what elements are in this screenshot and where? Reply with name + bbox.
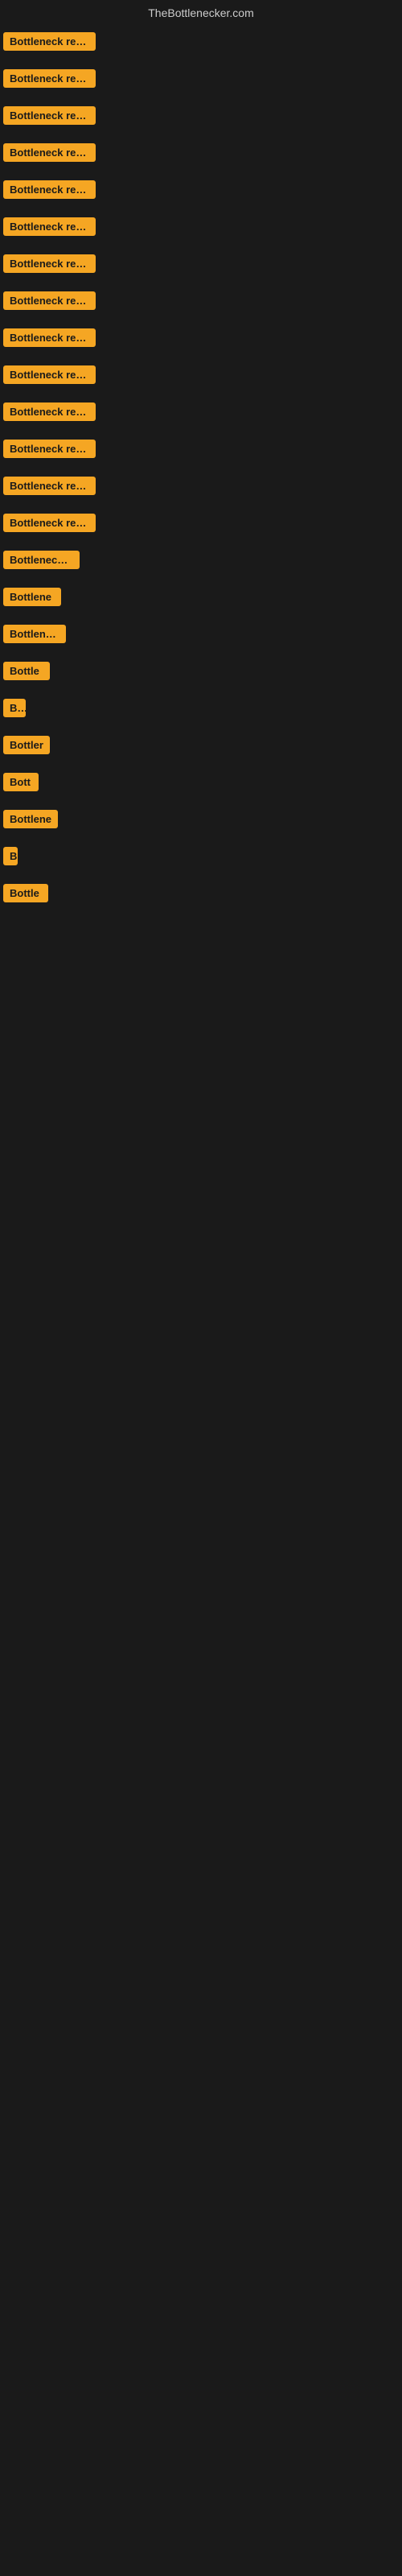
- result-row: Bo: [0, 692, 402, 728]
- result-row: Bottle: [0, 655, 402, 691]
- bottleneck-badge[interactable]: Bottleneck result: [3, 32, 96, 51]
- result-row: Bott: [0, 766, 402, 802]
- bottleneck-badge[interactable]: Bottleneck re: [3, 551, 80, 569]
- badges-container: Bottleneck result Bottleneck result Bottle…: [0, 26, 402, 913]
- result-row: Bottleneck result: [0, 433, 402, 469]
- bottleneck-badge[interactable]: Bottler: [3, 736, 50, 754]
- result-row: Bottleneck result: [0, 137, 402, 172]
- bottleneck-badge[interactable]: Bottleneck result: [3, 106, 96, 125]
- result-row: Bottleneck result: [0, 285, 402, 320]
- result-row: Bottleneck result: [0, 63, 402, 98]
- result-row: Bottleneck result: [0, 248, 402, 283]
- result-row: Bottleneck result: [0, 396, 402, 431]
- bottleneck-badge[interactable]: Bottlene: [3, 588, 61, 606]
- result-row: Bottleneck result: [0, 322, 402, 357]
- result-row: B: [0, 840, 402, 876]
- bottleneck-badge[interactable]: Bottleneck result: [3, 143, 96, 162]
- result-row: Bottleneck result: [0, 174, 402, 209]
- bottleneck-badge[interactable]: Bottleneck result: [3, 328, 96, 347]
- bottleneck-badge[interactable]: Bottleneck result: [3, 402, 96, 421]
- bottleneck-badge[interactable]: Bottleneck result: [3, 365, 96, 384]
- bottleneck-badge[interactable]: Bottle: [3, 662, 50, 680]
- result-row: Bottlene: [0, 581, 402, 617]
- result-row: Bottleneck: [0, 618, 402, 654]
- result-row: Bottle: [0, 877, 402, 913]
- result-row: Bottleneck result: [0, 26, 402, 61]
- result-row: Bottleneck result: [0, 100, 402, 135]
- result-row: Bottleneck re: [0, 544, 402, 580]
- bottleneck-badge[interactable]: Bo: [3, 699, 26, 717]
- bottleneck-badge[interactable]: Bottleneck: [3, 625, 66, 643]
- bottleneck-badge[interactable]: Bottleneck result: [3, 217, 96, 236]
- bottleneck-badge[interactable]: Bottleneck result: [3, 69, 96, 88]
- bottleneck-badge[interactable]: Bottleneck result: [3, 514, 96, 532]
- bottleneck-badge[interactable]: Bottle: [3, 884, 48, 902]
- bottleneck-badge[interactable]: Bottlene: [3, 810, 58, 828]
- bottleneck-badge[interactable]: Bottleneck result: [3, 291, 96, 310]
- site-title: TheBottlenecker.com: [148, 6, 254, 19]
- result-row: Bottleneck result: [0, 470, 402, 506]
- bottleneck-badge[interactable]: Bottleneck result: [3, 254, 96, 273]
- bottleneck-badge[interactable]: Bottleneck result: [3, 180, 96, 199]
- result-row: Bottleneck result: [0, 507, 402, 543]
- bottleneck-badge[interactable]: B: [3, 847, 18, 865]
- result-row: Bottlene: [0, 803, 402, 839]
- result-row: Bottler: [0, 729, 402, 765]
- bottleneck-badge[interactable]: Bott: [3, 773, 39, 791]
- result-row: Bottleneck result: [0, 211, 402, 246]
- bottleneck-badge[interactable]: Bottleneck result: [3, 477, 96, 495]
- bottleneck-badge[interactable]: Bottleneck result: [3, 440, 96, 458]
- result-row: Bottleneck result: [0, 359, 402, 394]
- site-header: TheBottlenecker.com: [0, 0, 402, 26]
